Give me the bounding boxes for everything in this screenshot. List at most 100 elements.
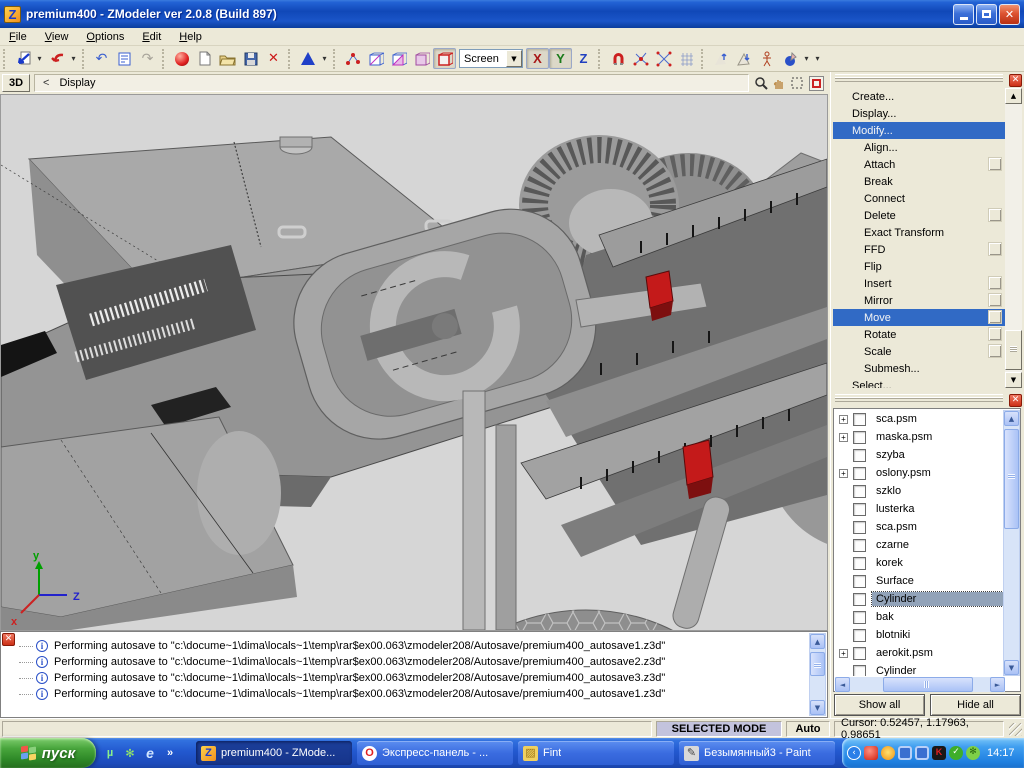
part-label[interactable]: bak bbox=[872, 610, 1005, 624]
parts-panel-close-button[interactable]: ✕ bbox=[1009, 394, 1022, 407]
status-auto-toggle[interactable]: Auto bbox=[786, 721, 830, 737]
tray-collapse-icon[interactable]: ‹ bbox=[847, 746, 861, 760]
part-item[interactable]: +✓sca.psm bbox=[835, 518, 1005, 536]
scroll-up-icon[interactable]: ▲ bbox=[810, 634, 825, 649]
command-item[interactable]: Break bbox=[833, 173, 1005, 190]
panel-grip[interactable] bbox=[835, 74, 1003, 82]
select-region-icon[interactable] bbox=[789, 75, 805, 91]
part-item[interactable]: +✓maska.psm bbox=[835, 428, 1005, 446]
command-item[interactable]: Attach bbox=[833, 156, 1005, 173]
task-fint-folder[interactable]: ▨ Fint bbox=[518, 741, 674, 765]
part-item[interactable]: +✓bak bbox=[835, 608, 1005, 626]
axis-z-button[interactable]: Z bbox=[572, 48, 595, 69]
scroll-left-icon[interactable]: ◄ bbox=[835, 677, 850, 692]
unweld-vertices-button[interactable] bbox=[652, 48, 675, 69]
command-option-box[interactable] bbox=[989, 328, 1001, 340]
edge-mode-button[interactable] bbox=[364, 48, 387, 69]
part-checkbox[interactable]: ✓ bbox=[853, 557, 866, 570]
lattice-tool-button[interactable] bbox=[675, 48, 698, 69]
select-decrease-button[interactable] bbox=[732, 48, 755, 69]
material-editor-button[interactable] bbox=[170, 48, 193, 69]
part-checkbox[interactable]: ✓ bbox=[853, 485, 866, 498]
command-item[interactable]: Delete bbox=[833, 207, 1005, 224]
scrollbar-thumb[interactable] bbox=[1004, 429, 1019, 529]
breadcrumb-back-arrow[interactable]: < bbox=[43, 77, 49, 89]
tray-antivirus-icon[interactable] bbox=[864, 746, 878, 760]
log-close-button[interactable]: ✕ bbox=[2, 633, 15, 646]
command-item[interactable]: Align... bbox=[833, 139, 1005, 156]
menu-view[interactable]: View bbox=[36, 29, 78, 45]
command-item[interactable]: Mirror bbox=[833, 292, 1005, 309]
start-button[interactable]: пуск bbox=[0, 738, 96, 768]
utorrent-icon[interactable]: µ bbox=[100, 743, 120, 763]
scrollbar-thumb[interactable] bbox=[1005, 330, 1022, 370]
log-scrollbar[interactable]: ▲ ▼ bbox=[809, 633, 826, 716]
command-item[interactable]: Modify... bbox=[833, 122, 1005, 139]
commands-scrollbar[interactable]: ▲ ▼ bbox=[1005, 88, 1022, 388]
command-option-box[interactable] bbox=[989, 294, 1001, 306]
command-option-box[interactable] bbox=[989, 158, 1001, 170]
command-item[interactable]: Select... bbox=[833, 377, 1005, 388]
save-button[interactable] bbox=[239, 48, 262, 69]
scroll-up-icon[interactable]: ▲ bbox=[1005, 88, 1022, 104]
command-item[interactable]: Insert bbox=[833, 275, 1005, 292]
part-checkbox[interactable]: ✓ bbox=[853, 467, 866, 480]
part-label[interactable]: szyba bbox=[872, 448, 1005, 462]
menu-edit[interactable]: Edit bbox=[133, 29, 170, 45]
part-item[interactable]: +✓sca.psm bbox=[835, 410, 1005, 428]
polygon-mode-button[interactable] bbox=[410, 48, 433, 69]
scroll-down-icon[interactable]: ▼ bbox=[810, 700, 825, 715]
axes-space-combobox[interactable]: Screen ▼ bbox=[459, 49, 523, 68]
view-mode-button[interactable]: 3D bbox=[2, 74, 30, 92]
scroll-up-icon[interactable]: ▲ bbox=[1004, 411, 1019, 426]
part-item[interactable]: +✓aerokit.psm bbox=[835, 644, 1005, 662]
command-item[interactable]: Scale bbox=[833, 343, 1005, 360]
export-button[interactable] bbox=[45, 48, 68, 69]
part-label[interactable]: szklo bbox=[872, 484, 1005, 498]
part-label[interactable]: blotniki bbox=[872, 628, 1005, 642]
export-dropdown[interactable]: ▾ bbox=[68, 48, 79, 69]
task-opera-express-panel[interactable]: O Экспресс-панель - ... bbox=[357, 741, 513, 765]
part-label[interactable]: maska.psm bbox=[872, 430, 1005, 444]
scroll-down-icon[interactable]: ▼ bbox=[1004, 660, 1019, 675]
part-item[interactable]: +✓Cylinder bbox=[835, 590, 1005, 608]
title-bar[interactable]: Z premium400 - ZModeler ver 2.0.8 (Build… bbox=[0, 0, 1024, 28]
axis-x-button[interactable]: X bbox=[526, 48, 549, 69]
log-window-button[interactable] bbox=[113, 48, 136, 69]
command-item[interactable]: Flip bbox=[833, 258, 1005, 275]
command-option-box[interactable] bbox=[989, 277, 1001, 289]
task-paint[interactable]: ✎ Безымянный3 - Paint bbox=[679, 741, 835, 765]
resize-grip[interactable] bbox=[1009, 723, 1022, 736]
tray-icq-flower-icon[interactable]: ✻ bbox=[966, 746, 980, 760]
face-mode-button[interactable] bbox=[387, 48, 410, 69]
part-item[interactable]: +✓Cylinder bbox=[835, 662, 1005, 676]
part-item[interactable]: +✓szklo bbox=[835, 482, 1005, 500]
part-checkbox[interactable]: ✓ bbox=[853, 521, 866, 534]
skeleton-tool-button[interactable] bbox=[755, 48, 778, 69]
command-item[interactable]: Exact Transform bbox=[833, 224, 1005, 241]
command-item[interactable]: Submesh... bbox=[833, 360, 1005, 377]
command-item[interactable]: Display... bbox=[833, 105, 1005, 122]
expand-icon[interactable]: + bbox=[839, 433, 848, 442]
expand-icon[interactable]: + bbox=[839, 415, 848, 424]
paint-dropdown[interactable]: ▾ bbox=[801, 48, 812, 69]
toolbar-overflow-chevron[interactable]: ▾ bbox=[812, 48, 823, 69]
tray-kaspersky-icon[interactable]: K bbox=[932, 746, 946, 760]
vertex-mode-button[interactable] bbox=[341, 48, 364, 69]
part-checkbox[interactable]: ✓ bbox=[853, 539, 866, 552]
internet-explorer-icon[interactable]: e bbox=[140, 743, 160, 763]
scrollbar-thumb[interactable] bbox=[883, 677, 973, 692]
part-checkbox[interactable]: ✓ bbox=[853, 593, 866, 606]
part-item[interactable]: +✓oslony.psm bbox=[835, 464, 1005, 482]
object-mode-button[interactable] bbox=[433, 48, 456, 69]
part-item[interactable]: +✓czarne bbox=[835, 536, 1005, 554]
select-increase-button[interactable] bbox=[709, 48, 732, 69]
part-checkbox[interactable]: ✓ bbox=[853, 503, 866, 516]
part-label[interactable]: Cylinder bbox=[872, 592, 1005, 606]
open-file-button[interactable] bbox=[216, 48, 239, 69]
tray-network-icon[interactable] bbox=[915, 746, 929, 760]
viewport-3d[interactable]: y Z x bbox=[0, 94, 828, 631]
command-item[interactable]: Create... bbox=[833, 88, 1005, 105]
delete-button[interactable]: ✕ bbox=[262, 48, 285, 69]
tray-network-icon[interactable] bbox=[898, 746, 912, 760]
